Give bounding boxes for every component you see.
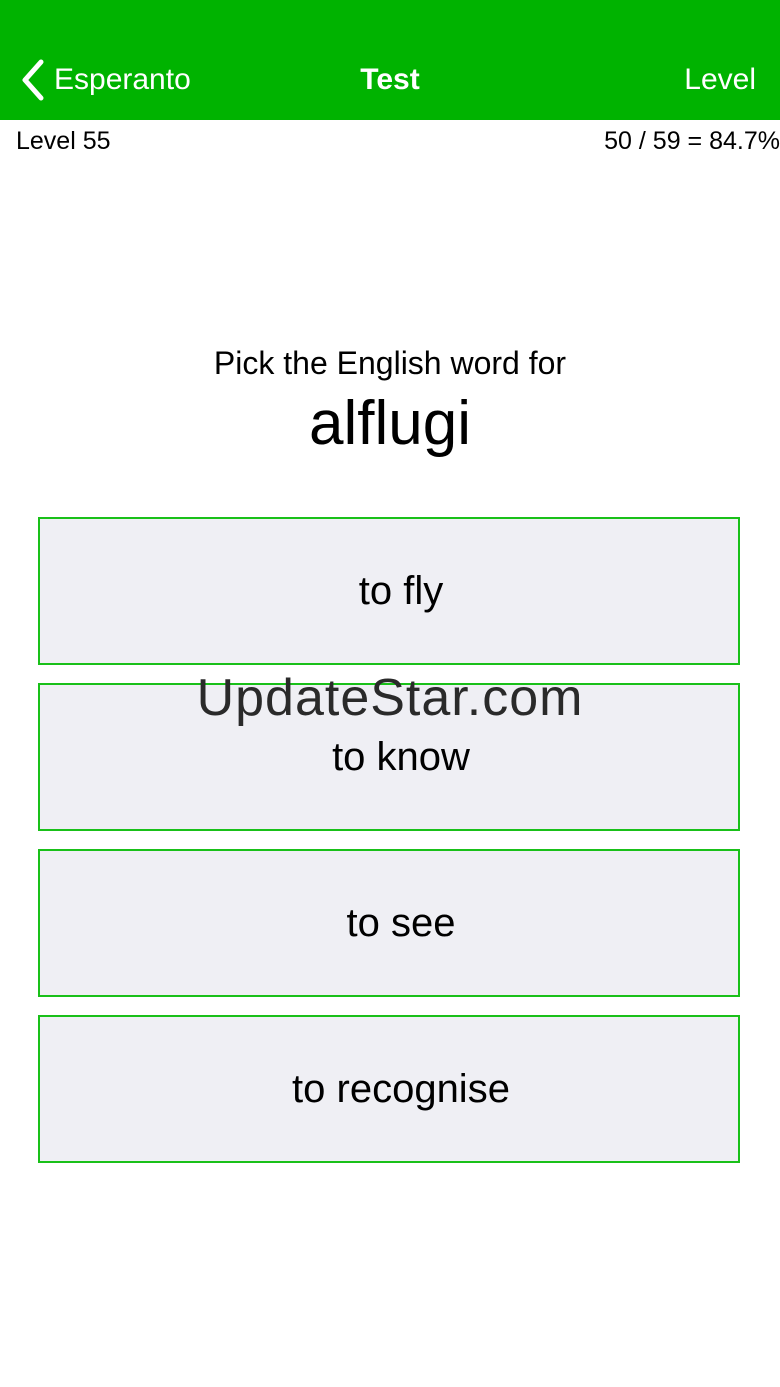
answer-option-3[interactable]: to see	[38, 849, 740, 997]
answer-option-label: to fly	[358, 568, 444, 613]
answer-option-label: to see	[346, 900, 456, 945]
answer-option-label: to know	[332, 734, 470, 779]
answer-option-label: to recognise	[292, 1066, 510, 1111]
back-label: Esperanto	[54, 63, 191, 96]
answer-option-4[interactable]: to recognise	[38, 1015, 740, 1163]
answer-option-1[interactable]: to fly	[38, 517, 740, 665]
level-button[interactable]: Level	[684, 56, 756, 104]
level-indicator: Level 55	[16, 127, 111, 155]
back-button[interactable]: Esperanto	[20, 56, 191, 104]
score-indicator: 50 / 59 = 84.7%	[604, 127, 780, 155]
question-prompt: Pick the English word for	[213, 345, 567, 381]
answer-option-2[interactable]: to know	[38, 683, 740, 831]
navigation-bar: Esperanto Test Level	[0, 0, 780, 120]
chevron-left-icon	[20, 59, 46, 101]
question-word: alflugi	[309, 389, 471, 458]
